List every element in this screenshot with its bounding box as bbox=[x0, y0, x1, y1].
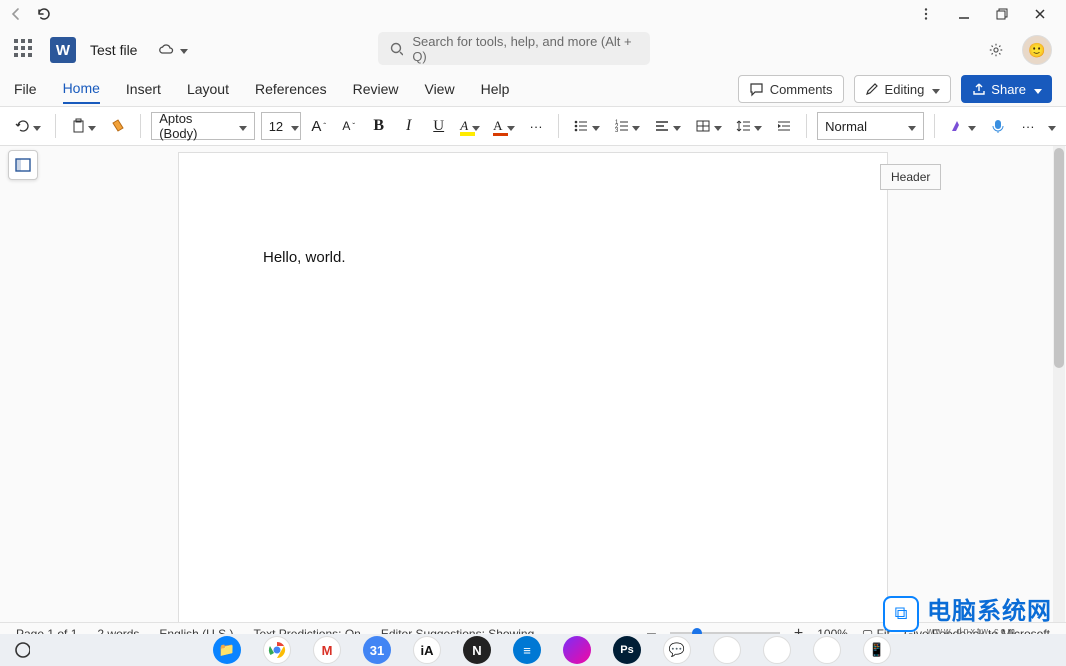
os-taskbar: 📁 M 31 iA N ≡ Ps 💬 ✦ ◐ 〰 📱 bbox=[0, 634, 1066, 666]
vertical-scrollbar[interactable] bbox=[1053, 146, 1065, 624]
editing-mode-button[interactable]: Editing bbox=[854, 75, 952, 103]
back-icon[interactable] bbox=[8, 6, 24, 22]
taskbar-ia-icon[interactable]: iA bbox=[413, 636, 441, 664]
paste-button[interactable] bbox=[66, 112, 101, 140]
search-placeholder: Search for tools, help, and more (Alt + … bbox=[412, 34, 638, 64]
taskbar-chat-icon[interactable]: 💬 bbox=[663, 636, 691, 664]
numbering-button[interactable]: 123 bbox=[610, 112, 645, 140]
refresh-icon[interactable] bbox=[36, 6, 52, 22]
dictate-button[interactable] bbox=[986, 112, 1010, 140]
tab-layout[interactable]: Layout bbox=[187, 75, 229, 103]
format-painter-button[interactable] bbox=[106, 112, 130, 140]
edit-icon bbox=[865, 82, 879, 96]
scrollbar-thumb[interactable] bbox=[1054, 148, 1064, 368]
save-status-icon[interactable] bbox=[157, 41, 188, 59]
user-avatar[interactable]: 🙂 bbox=[1022, 35, 1052, 65]
taskbar-chrome-icon[interactable] bbox=[263, 636, 291, 664]
search-input[interactable]: Search for tools, help, and more (Alt + … bbox=[378, 32, 650, 65]
close-icon[interactable] bbox=[1032, 6, 1048, 22]
comments-label: Comments bbox=[770, 82, 833, 97]
taskbar-calendar-icon[interactable]: 31 bbox=[363, 636, 391, 664]
taskbar-copilot-icon[interactable]: ◐ bbox=[763, 636, 791, 664]
share-icon bbox=[971, 82, 985, 96]
document-canvas: Hello, world. bbox=[0, 146, 1066, 624]
ribbon-collapse-icon[interactable] bbox=[1046, 119, 1056, 134]
taskbar-photoshop-icon[interactable]: Ps bbox=[613, 636, 641, 664]
comment-icon bbox=[749, 82, 764, 97]
share-button[interactable]: Share bbox=[961, 75, 1052, 103]
designer-button[interactable] bbox=[945, 112, 980, 140]
window-top-bar bbox=[0, 0, 1066, 28]
tab-review[interactable]: Review bbox=[353, 75, 399, 103]
more-font-options[interactable]: ··· bbox=[524, 112, 548, 140]
taskbar-phone-icon[interactable]: 📱 bbox=[863, 636, 891, 664]
settings-icon[interactable] bbox=[988, 42, 1004, 58]
more-ribbon-options[interactable]: ··· bbox=[1016, 112, 1040, 140]
cortana-icon[interactable] bbox=[14, 642, 30, 658]
chevron-down-icon bbox=[930, 82, 940, 97]
app-launcher-icon[interactable] bbox=[14, 39, 36, 61]
restore-icon[interactable] bbox=[994, 6, 1010, 22]
tab-insert[interactable]: Insert bbox=[126, 75, 161, 103]
tab-help[interactable]: Help bbox=[481, 75, 510, 103]
tab-references[interactable]: References bbox=[255, 75, 327, 103]
more-vertical-icon[interactable] bbox=[918, 6, 934, 22]
font-size-select[interactable]: 12 bbox=[261, 112, 301, 140]
word-logo-icon: W bbox=[50, 37, 76, 63]
search-icon bbox=[390, 42, 403, 56]
tab-view[interactable]: View bbox=[424, 75, 454, 103]
bullets-button[interactable] bbox=[569, 112, 604, 140]
editing-label: Editing bbox=[885, 82, 925, 97]
italic-button[interactable]: I bbox=[397, 112, 421, 140]
taskbar-app1-icon[interactable] bbox=[563, 636, 591, 664]
taskbar-gmail-icon[interactable]: M bbox=[313, 636, 341, 664]
highlight-button[interactable]: A bbox=[457, 112, 484, 140]
taskbar-vscode-icon[interactable]: ≡ bbox=[513, 636, 541, 664]
tab-home[interactable]: Home bbox=[63, 74, 100, 104]
grow-font-button[interactable]: Aˆ bbox=[307, 112, 331, 140]
font-color-button[interactable]: A bbox=[490, 112, 518, 140]
table-button[interactable] bbox=[691, 112, 726, 140]
tab-file[interactable]: File bbox=[14, 75, 37, 103]
document-body-text: Hello, world. bbox=[263, 249, 346, 266]
minimize-icon[interactable] bbox=[956, 6, 972, 22]
align-button[interactable] bbox=[650, 112, 685, 140]
bold-button[interactable]: B bbox=[367, 112, 391, 140]
font-family-select[interactable]: Aptos (Body) bbox=[151, 112, 255, 140]
taskbar-notion-icon[interactable]: N bbox=[463, 636, 491, 664]
underline-button[interactable]: U bbox=[427, 112, 451, 140]
share-label: Share bbox=[991, 82, 1026, 97]
header-region-label[interactable]: Header bbox=[880, 164, 941, 190]
ribbon-tabs: File Home Insert Layout References Revie… bbox=[0, 72, 1066, 106]
chevron-down-icon bbox=[1032, 82, 1042, 97]
shrink-font-button[interactable]: Aˇ bbox=[337, 112, 361, 140]
undo-button[interactable] bbox=[10, 112, 45, 140]
indent-button[interactable] bbox=[772, 112, 796, 140]
ribbon-toolbar: Aptos (Body) 12 Aˆ Aˇ B I U A A ··· 123 … bbox=[0, 106, 1066, 146]
line-spacing-button[interactable] bbox=[732, 112, 767, 140]
taskbar-photos-icon[interactable]: ✦ bbox=[713, 636, 741, 664]
document-title[interactable]: Test file bbox=[90, 42, 137, 58]
taskbar-files-icon[interactable]: 📁 bbox=[213, 636, 241, 664]
styles-select[interactable]: Normal bbox=[817, 112, 924, 140]
comments-button[interactable]: Comments bbox=[738, 75, 844, 103]
document-page[interactable]: Hello, world. bbox=[178, 152, 888, 624]
svg-text:3: 3 bbox=[615, 128, 619, 134]
taskbar-app2-icon[interactable]: 〰 bbox=[813, 636, 841, 664]
